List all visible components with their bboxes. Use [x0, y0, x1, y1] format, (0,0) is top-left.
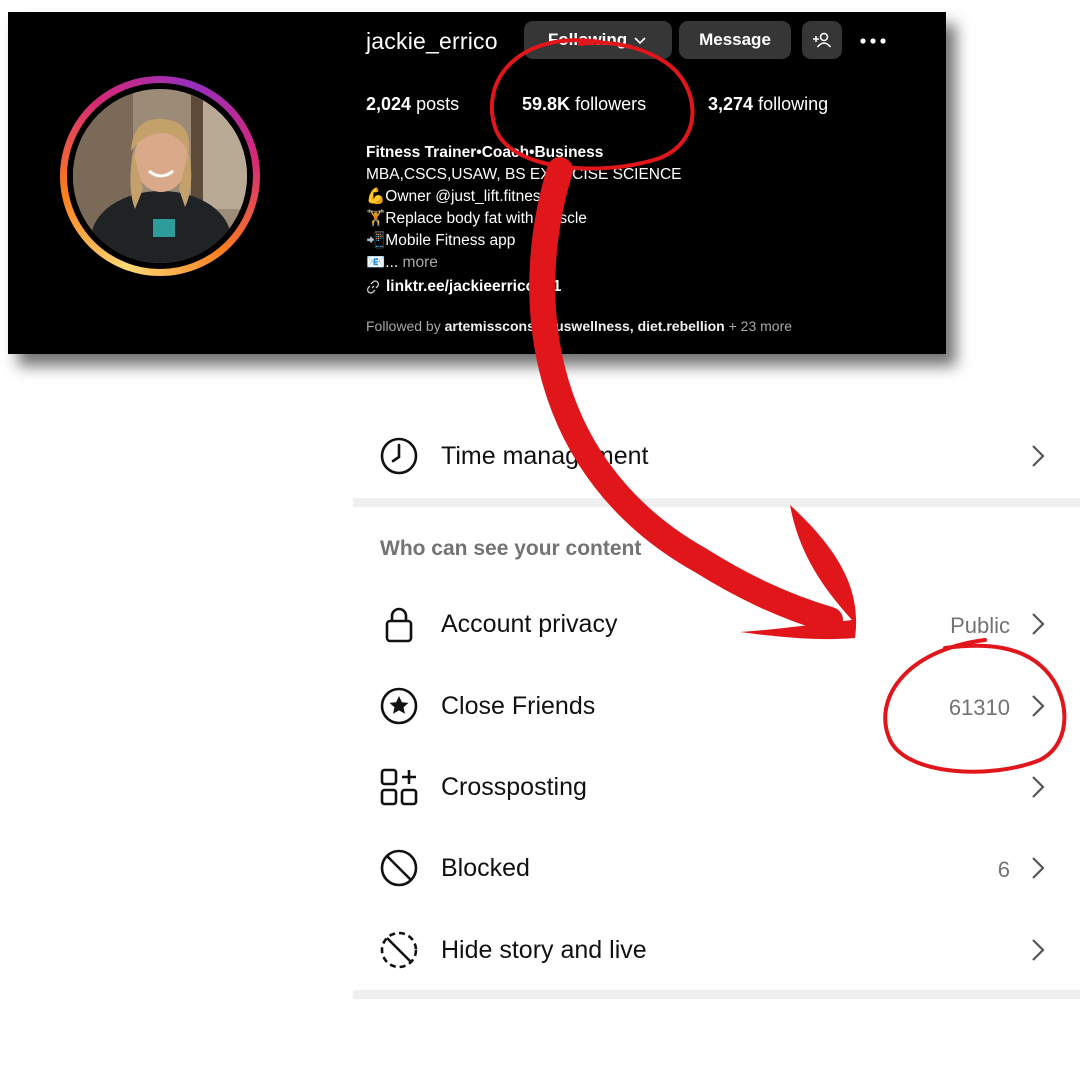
- account-privacy-row[interactable]: Account privacy Public: [353, 592, 1080, 656]
- chevron-right-icon: [1032, 695, 1045, 717]
- message-button-label: Message: [699, 30, 771, 49]
- message-button[interactable]: Message: [679, 21, 791, 59]
- more-options-button[interactable]: [858, 26, 888, 56]
- bio-category: Fitness Trainer•Coach•Business: [366, 144, 604, 161]
- hide-story-label: Hide story and live: [441, 936, 647, 964]
- following-count[interactable]: 3,274 following: [708, 94, 828, 115]
- settings-list: Time management Who can see your content…: [353, 412, 1080, 1000]
- more-dots-icon: [860, 38, 886, 44]
- add-user-icon: [813, 32, 832, 48]
- bio-credentials: MBA,CSCS,USAW, BS EXERCISE SCIENCE: [366, 166, 682, 183]
- story-ring[interactable]: [60, 76, 260, 276]
- close-friends-row[interactable]: Close Friends 61310: [353, 674, 1080, 738]
- profile-username: jackie_errico: [366, 28, 498, 54]
- posts-count[interactable]: 2,024 posts: [366, 94, 459, 115]
- blocked-row[interactable]: Blocked 6: [353, 836, 1080, 900]
- profile-photo-icon: [73, 89, 247, 263]
- account-privacy-label: Account privacy: [441, 610, 618, 638]
- blocked-label: Blocked: [441, 854, 530, 882]
- blocked-count: 6: [997, 857, 1010, 882]
- hide-story-row[interactable]: Hide story and live: [353, 918, 1080, 982]
- link-icon: [366, 280, 380, 294]
- chevron-right-icon: [1032, 857, 1045, 879]
- followed-by[interactable]: Followed by artemissconsciouswellness, d…: [366, 318, 792, 334]
- bio-owner-line: 💪Owner @just_lift.fitness: [366, 188, 549, 205]
- time-management-row[interactable]: Time management: [353, 424, 1080, 488]
- profile-header-screenshot: jackie_errico Following Message 2,024 po…: [8, 12, 946, 354]
- close-friends-label: Close Friends: [441, 692, 596, 720]
- chevron-right-icon: [1032, 939, 1045, 961]
- crossposting-label: Crossposting: [441, 773, 587, 801]
- chevron-right-icon: [1032, 445, 1045, 467]
- followers-count[interactable]: 59.8K followers: [522, 94, 646, 115]
- bio-more-link[interactable]: more: [403, 254, 438, 271]
- suggested-users-button[interactable]: [802, 21, 842, 59]
- section-divider: [353, 990, 1080, 999]
- profile-bio: Fitness Trainer•Coach•Business MBA,CSCS,…: [366, 142, 926, 298]
- bio-more-line: 📧... more: [366, 254, 438, 271]
- clock-icon: [380, 437, 418, 475]
- avatar[interactable]: [73, 89, 247, 263]
- section-header-content-visibility: Who can see your content: [380, 537, 642, 560]
- blocked-icon: [380, 849, 418, 887]
- section-divider: [353, 498, 1080, 507]
- crossposting-row[interactable]: Crossposting: [353, 755, 1080, 819]
- grid-plus-icon: [380, 768, 418, 806]
- close-friends-count: 61310: [948, 695, 1010, 720]
- bio-link[interactable]: linktr.ee/jackieerrico + 1: [366, 276, 926, 298]
- following-button-label: Following: [547, 30, 628, 49]
- time-management-label: Time management: [441, 442, 649, 470]
- chevron-down-icon: [634, 37, 646, 45]
- bio-replace-line: 🏋️Replace body fat with muscle: [366, 210, 587, 227]
- hide-story-icon: [380, 931, 418, 969]
- following-button[interactable]: Following: [524, 21, 672, 59]
- chevron-right-icon: [1032, 613, 1045, 635]
- star-circle-icon: [380, 687, 418, 725]
- chevron-right-icon: [1032, 776, 1045, 798]
- bio-app-line: 📲Mobile Fitness app: [366, 232, 516, 249]
- account-privacy-value: Public: [950, 613, 1010, 638]
- lock-icon: [385, 607, 413, 643]
